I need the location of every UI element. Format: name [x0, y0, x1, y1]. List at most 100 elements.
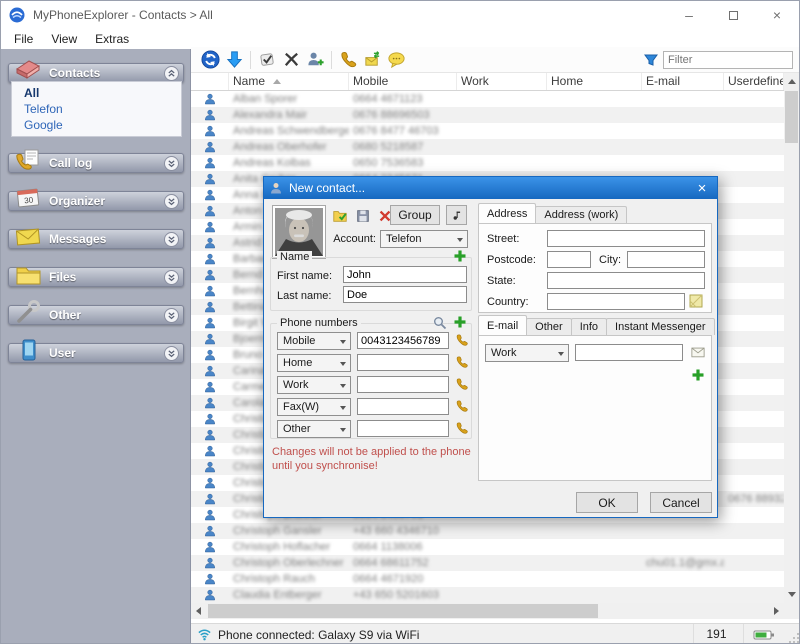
dial-button[interactable]	[455, 333, 469, 347]
add-contact-button[interactable]	[303, 49, 327, 71]
last-name-input[interactable]	[343, 286, 467, 303]
table-row[interactable]: Alexandra Mair0676 88696503	[191, 107, 784, 123]
expand-chevron-icon[interactable]	[164, 156, 179, 171]
ok-button[interactable]: OK	[576, 492, 638, 513]
scroll-left-arrow-icon[interactable]	[196, 607, 201, 615]
tab-other[interactable]: Other	[526, 318, 572, 335]
vertical-scroll-thumb[interactable]	[785, 91, 798, 143]
phone-number-input[interactable]	[357, 354, 449, 371]
expand-chevron-icon[interactable]	[164, 308, 179, 323]
phone-number-input[interactable]	[357, 376, 449, 393]
cancel-button[interactable]: Cancel	[650, 492, 712, 513]
dial-button[interactable]	[455, 421, 469, 435]
table-row[interactable]: Alban Sporer0664 4671123	[191, 91, 784, 107]
add-name-field-button[interactable]	[453, 249, 467, 263]
menu-view[interactable]: View	[42, 29, 86, 49]
chat-button[interactable]	[384, 49, 408, 71]
country-input[interactable]	[547, 293, 685, 310]
save-photo-button[interactable]	[353, 206, 372, 225]
expand-chevron-icon[interactable]	[164, 194, 179, 209]
horizontal-scrollbar[interactable]	[191, 603, 784, 619]
column-header-email[interactable]: E-mail	[642, 73, 724, 90]
maximize-button[interactable]	[711, 1, 755, 29]
resize-grip[interactable]	[788, 632, 800, 644]
menu-file[interactable]: File	[5, 29, 42, 49]
dialog-close-button[interactable]: ×	[687, 177, 717, 199]
table-row[interactable]: Andreas Schwendberger0676 8477 46703	[191, 123, 784, 139]
phone-number-input[interactable]	[357, 398, 449, 415]
minimize-button[interactable]: –	[667, 1, 711, 29]
delete-contact-button[interactable]	[279, 49, 303, 71]
send-email-button[interactable]	[691, 345, 705, 359]
table-row[interactable]: Andreas Oberhofer0680 5218587	[191, 139, 784, 155]
sidebar-section-other[interactable]: Other	[8, 305, 184, 325]
load-photo-button[interactable]	[330, 206, 349, 225]
menu-extras[interactable]: Extras	[86, 29, 138, 49]
tab-address-work[interactable]: Address (work)	[535, 206, 627, 223]
state-input[interactable]	[547, 272, 705, 289]
phone-type-dropdown[interactable]: Fax(W)	[277, 398, 351, 416]
sidebar-item-telefon[interactable]: Telefon	[24, 101, 181, 117]
account-dropdown[interactable]: Telefon	[380, 230, 468, 248]
table-row[interactable]: Christoph Hoflacher0664 1138006	[191, 539, 784, 555]
filter-input[interactable]	[663, 51, 793, 69]
tab-instant-messenger[interactable]: Instant Messenger	[606, 318, 715, 335]
phone-number-input[interactable]	[357, 420, 449, 437]
street-input[interactable]	[547, 230, 705, 247]
add-email-button[interactable]	[691, 368, 705, 382]
send-sms-button[interactable]	[360, 49, 384, 71]
column-header-userdefined[interactable]: Userdefine	[724, 73, 784, 90]
phone-type-dropdown[interactable]: Home	[277, 354, 351, 372]
expand-chevron-icon[interactable]	[164, 232, 179, 247]
tab-email[interactable]: E-mail	[478, 315, 527, 335]
sidebar-item-google[interactable]: Google	[24, 117, 181, 133]
edit-contact-button[interactable]	[255, 49, 279, 71]
collapse-chevron-icon[interactable]	[164, 66, 179, 81]
expand-chevron-icon[interactable]	[164, 346, 179, 361]
search-number-button[interactable]	[433, 316, 447, 330]
sync-button[interactable]	[198, 49, 222, 71]
scroll-right-arrow-icon[interactable]	[774, 607, 779, 615]
scroll-down-arrow-icon[interactable]	[788, 592, 796, 597]
scroll-up-arrow-icon[interactable]	[788, 79, 796, 84]
column-header-name[interactable]: Name	[229, 73, 349, 90]
column-header-work[interactable]: Work	[457, 73, 547, 90]
table-row[interactable]: Andreas Kolbas0650 7536583	[191, 155, 784, 171]
tab-address[interactable]: Address	[478, 203, 536, 223]
add-phone-button[interactable]	[453, 315, 467, 329]
email-type-dropdown[interactable]: Work	[485, 344, 569, 362]
column-header-home[interactable]: Home	[547, 73, 642, 90]
city-input[interactable]	[627, 251, 705, 268]
download-button[interactable]	[222, 49, 246, 71]
dial-button[interactable]	[455, 399, 469, 413]
phone-type-dropdown[interactable]: Mobile	[277, 332, 351, 350]
sidebar-section-messages[interactable]: Messages	[8, 229, 184, 249]
first-name-input[interactable]	[343, 266, 467, 283]
table-row[interactable]: Christoph Oberlechner0664 68611752chu01.…	[191, 555, 784, 571]
ringtone-button[interactable]	[446, 205, 467, 225]
vertical-scrollbar[interactable]	[784, 73, 799, 603]
close-button[interactable]: ×	[755, 1, 799, 29]
phone-type-dropdown[interactable]: Work	[277, 376, 351, 394]
postcode-input[interactable]	[547, 251, 591, 268]
map-button[interactable]	[689, 294, 703, 308]
horizontal-scroll-thumb[interactable]	[208, 604, 598, 618]
table-row[interactable]: Christoph Gansler+43 660 4346710	[191, 523, 784, 539]
sidebar-section-files[interactable]: Files	[8, 267, 184, 287]
sidebar-item-all[interactable]: All	[24, 85, 181, 101]
dial-button[interactable]	[455, 377, 469, 391]
column-header-mobile[interactable]: Mobile	[349, 73, 457, 90]
call-button[interactable]	[336, 49, 360, 71]
table-row[interactable]: Christoph Rauch0664 4671920	[191, 571, 784, 587]
sidebar-section-organizer[interactable]: 30 Organizer	[8, 191, 184, 211]
sidebar-section-call-log[interactable]: Call log	[8, 153, 184, 173]
phone-number-input[interactable]	[357, 332, 449, 349]
phone-type-dropdown[interactable]: Other	[277, 420, 351, 438]
table-row[interactable]: Claudia Entberger+43 650 5201603	[191, 587, 784, 603]
expand-chevron-icon[interactable]	[164, 270, 179, 285]
dial-button[interactable]	[455, 355, 469, 369]
tab-info[interactable]: Info	[571, 318, 607, 335]
group-button[interactable]: Group	[390, 205, 440, 225]
sidebar-section-user[interactable]: User	[8, 343, 184, 363]
email-input[interactable]	[575, 344, 683, 361]
